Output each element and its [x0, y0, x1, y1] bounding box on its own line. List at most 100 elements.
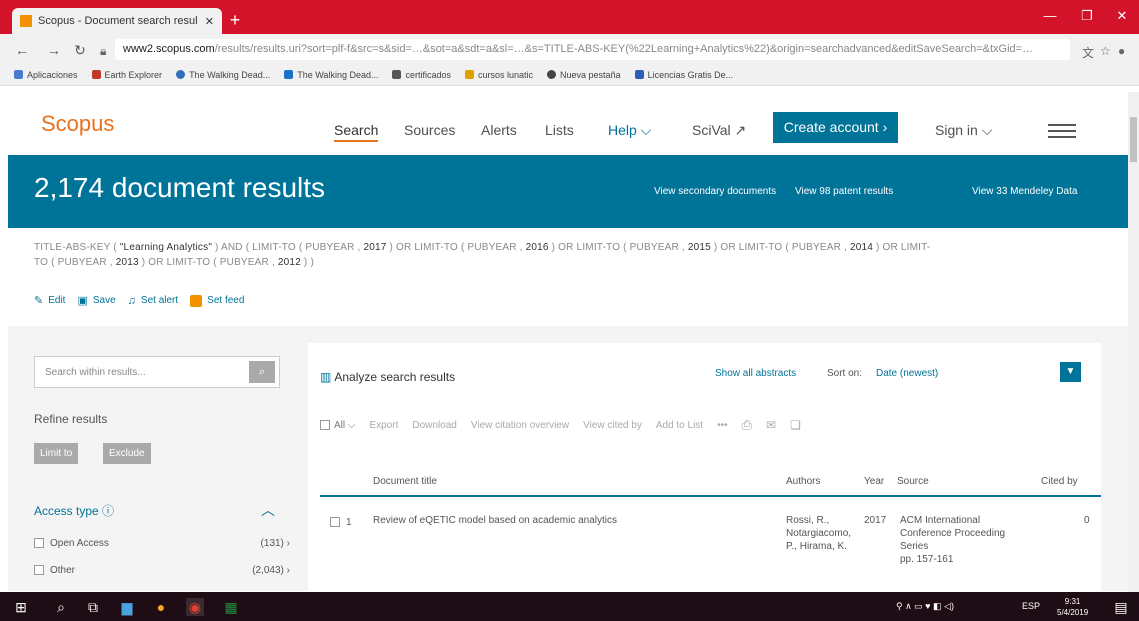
export-button[interactable]: Export	[369, 420, 398, 431]
citation-overview-button[interactable]: View citation overview	[471, 420, 569, 431]
profile-icon[interactable]: ●	[1118, 44, 1125, 58]
access-type-heading[interactable]: Access type ⓘ	[34, 502, 114, 519]
patent-results-link[interactable]: View 98 patent results	[795, 186, 893, 197]
nav-help[interactable]: Help ⌵	[608, 122, 651, 139]
limit-to-button[interactable]: Limit to	[34, 443, 79, 464]
close-tab-icon[interactable]: ✕	[205, 15, 214, 28]
windows-start-icon[interactable]: ⊞	[12, 598, 30, 616]
column-year[interactable]: Year	[864, 476, 884, 487]
search-within-input[interactable]	[35, 357, 245, 387]
save-icon: ▣	[77, 295, 88, 307]
forward-icon[interactable]: →	[46, 42, 62, 58]
set-feed-button[interactable]: Set feed	[190, 294, 244, 307]
edit-button[interactable]: ✎ Edit	[34, 294, 65, 307]
tray-icons[interactable]: ⚲ ∧ ▭ ♥ ◧ ◁)	[896, 601, 954, 612]
bookmarks-bar: Aplicaciones Earth Explorer The Walking …	[0, 64, 1139, 86]
bell-icon: ♫	[127, 294, 136, 307]
bookmark-item[interactable]: Nueva pestaña	[547, 70, 621, 80]
facet-other[interactable]: Other (2,043) ›	[34, 565, 290, 576]
bookmark-item[interactable]: Licencias Gratis De...	[634, 70, 733, 80]
scopus-logo[interactable]: Scopus	[41, 111, 114, 137]
bookmark-item[interactable]: cursos lunatic	[465, 70, 533, 80]
file-explorer-icon[interactable]: ▆	[118, 598, 136, 616]
browser-tab-bar: Scopus - Document search resul ✕ + — ❐ ✕	[0, 0, 1139, 34]
nav-sources[interactable]: Sources	[404, 122, 455, 138]
row-checkbox[interactable]: 1	[330, 516, 352, 529]
facet-count[interactable]: (131) ›	[261, 538, 290, 549]
bookmark-star-icon[interactable]: ☆	[1100, 44, 1111, 58]
search-icon[interactable]: ⌕	[52, 598, 70, 616]
menu-icon[interactable]	[1048, 124, 1076, 142]
translate-icon[interactable]: 文	[1082, 44, 1094, 61]
minimize-icon[interactable]: —	[1040, 8, 1060, 23]
search-icon[interactable]: ⌕	[249, 361, 275, 383]
column-authors[interactable]: Authors	[786, 476, 820, 487]
create-account-button[interactable]: Create account ›	[773, 112, 898, 143]
checkbox[interactable]	[34, 565, 44, 576]
sign-in-link[interactable]: Sign in ⌵	[935, 122, 992, 139]
email-icon[interactable]: ✉	[766, 418, 776, 432]
site-header: Scopus Search Sources Alerts Lists Help …	[0, 92, 1128, 154]
chevron-up-icon[interactable]: ︿	[261, 500, 275, 520]
bookmark-item[interactable]: The Walking Dead...	[176, 70, 270, 80]
authors-cell[interactable]: Rossi, R., Notargiacomo, P., Hirama, K.	[786, 514, 851, 553]
bookmark-item[interactable]: certificados	[392, 70, 451, 80]
browser-tab[interactable]: Scopus - Document search resul ✕	[12, 8, 222, 34]
facet-open-access[interactable]: Open Access (131) ›	[34, 538, 290, 549]
language-indicator[interactable]: ESP	[1022, 601, 1040, 611]
notifications-icon[interactable]: ▤	[1112, 598, 1130, 616]
download-button[interactable]: Download	[412, 420, 456, 431]
bibliography-icon[interactable]: ❏	[790, 418, 801, 432]
chrome-icon[interactable]: ◉	[186, 598, 204, 616]
select-all-dropdown[interactable]: All ⌵	[320, 420, 355, 431]
close-window-icon[interactable]: ✕	[1112, 8, 1132, 24]
back-icon[interactable]: ←	[14, 42, 30, 58]
column-source[interactable]: Source	[897, 476, 929, 487]
clock[interactable]: 9:31 5/4/2019	[1057, 596, 1088, 618]
source-cell[interactable]: ACM International Conference Proceeding …	[900, 514, 1005, 566]
secondary-documents-link[interactable]: View secondary documents	[654, 186, 776, 197]
checkbox[interactable]	[34, 538, 44, 549]
nav-scival[interactable]: SciVal ↗	[692, 122, 746, 139]
column-cited-by[interactable]: Cited by	[1041, 476, 1078, 487]
firefox-icon[interactable]: ●	[152, 598, 170, 616]
set-alert-button[interactable]: ♫ Set alert	[128, 295, 179, 307]
nav-search[interactable]: Search	[334, 122, 379, 142]
bookmark-icon	[176, 70, 186, 79]
excel-icon[interactable]: ▦	[222, 598, 240, 616]
bookmark-item[interactable]: Aplicaciones	[14, 70, 78, 80]
more-icon[interactable]: •••	[717, 420, 728, 431]
add-to-list-button[interactable]: Add to List	[656, 420, 703, 431]
url-field[interactable]: www2.scopus.com/results/results.uri?sort…	[115, 39, 1070, 60]
view-cited-by-button[interactable]: View cited by	[583, 420, 642, 431]
scrollbar-thumb[interactable]	[1130, 117, 1137, 162]
mendeley-data-link[interactable]: View 33 Mendeley Data	[972, 186, 1077, 197]
column-document-title[interactable]: Document title	[373, 476, 437, 487]
show-all-abstracts-link[interactable]: Show all abstracts	[715, 368, 796, 379]
bookmark-item[interactable]: The Walking Dead...	[284, 70, 378, 80]
page-scrollbar[interactable]	[1128, 92, 1139, 592]
task-view-icon[interactable]: ⧉	[84, 598, 102, 616]
nav-lists[interactable]: Lists	[545, 122, 574, 138]
facet-count[interactable]: (2,043) ›	[252, 565, 290, 576]
pencil-icon: ✎	[34, 295, 44, 307]
cited-by-cell[interactable]: 0	[1084, 514, 1090, 527]
document-title-link[interactable]: Review of eQETIC model based on academic…	[373, 514, 617, 527]
sort-select[interactable]: Date (newest)	[876, 368, 938, 379]
save-button[interactable]: ▣ Save	[77, 294, 115, 307]
checkbox[interactable]	[320, 420, 330, 430]
chevron-down-icon[interactable]: ▼	[1060, 362, 1081, 382]
maximize-icon[interactable]: ❐	[1077, 8, 1097, 24]
results-count: 2,174 document results	[34, 172, 326, 203]
reload-icon[interactable]: ↻	[72, 42, 88, 59]
refine-results-heading: Refine results	[34, 412, 108, 426]
new-tab-icon[interactable]: +	[226, 11, 244, 29]
search-query: TITLE-ABS-KEY ( "Learning Analytics" ) A…	[34, 242, 931, 268]
print-icon[interactable]: ⎙	[742, 417, 752, 433]
nav-alerts[interactable]: Alerts	[481, 122, 517, 138]
analyze-results-link[interactable]: ▥ Analyze search results	[320, 370, 455, 384]
info-icon[interactable]: ⓘ	[102, 504, 114, 518]
exclude-button[interactable]: Exclude	[103, 443, 151, 464]
bookmark-item[interactable]: Earth Explorer	[91, 70, 162, 80]
header-divider	[320, 495, 1101, 497]
